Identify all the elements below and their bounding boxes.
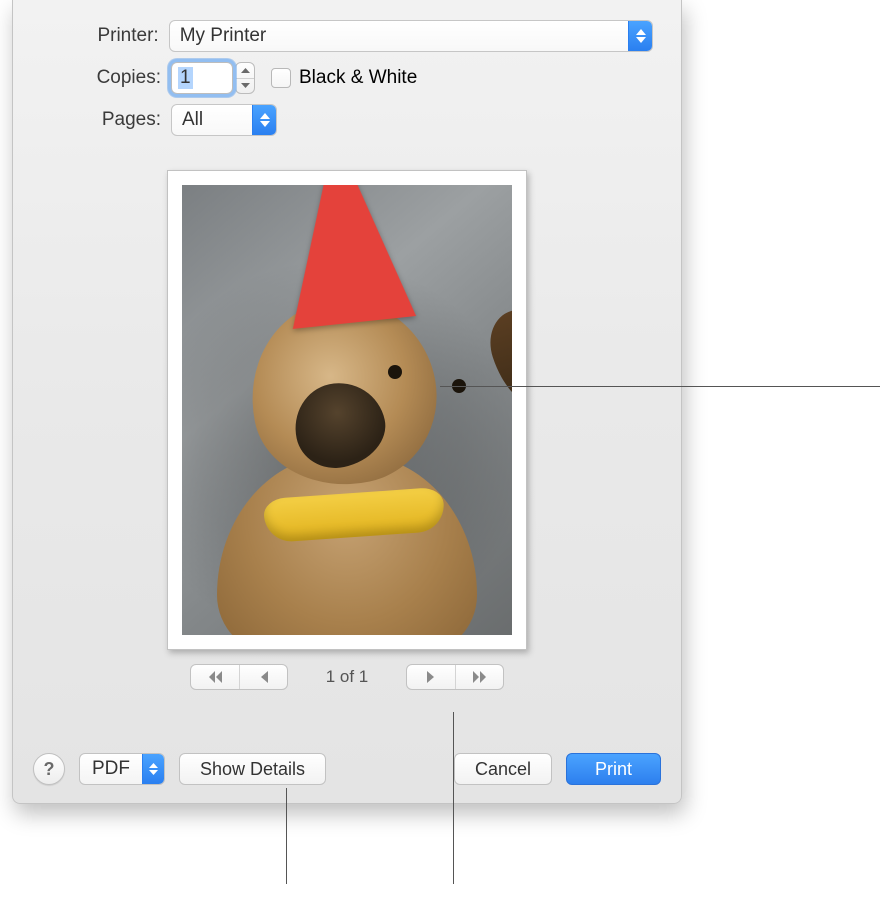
black-white-label: Black & White: [299, 67, 417, 89]
last-page-button[interactable]: [455, 665, 503, 689]
print-preview-area: 1 of 1: [13, 170, 681, 690]
preview-next-segment: [406, 664, 504, 690]
checkbox-icon[interactable]: [271, 68, 291, 88]
printer-selected-text: My Printer: [170, 25, 628, 47]
copies-label: Copies:: [13, 67, 161, 89]
copies-input[interactable]: 1: [171, 62, 233, 94]
first-page-button[interactable]: [191, 665, 239, 689]
preview-prev-segment: [190, 664, 288, 690]
pdf-popup[interactable]: PDF: [79, 753, 165, 785]
page-counter: 1 of 1: [312, 667, 382, 687]
print-options-form: Printer: My Printer Copies: 1: [13, 20, 681, 146]
callout-line: [286, 788, 287, 884]
updown-arrows-icon: [628, 21, 652, 51]
pages-selected-text: All: [172, 109, 252, 131]
print-label: Print: [595, 759, 632, 780]
dialog-bottom-bar: ? PDF Show Details Cancel Print: [13, 753, 681, 785]
help-icon: ?: [44, 759, 55, 780]
callout-line: [440, 386, 880, 387]
callout-line: [453, 712, 454, 884]
next-page-button[interactable]: [407, 665, 455, 689]
copies-stepper[interactable]: [235, 62, 255, 94]
pdf-popup-label: PDF: [80, 758, 142, 780]
updown-arrows-icon: [142, 754, 164, 784]
copies-value: 1: [178, 67, 193, 89]
print-dialog: Printer: My Printer Copies: 1: [12, 0, 682, 804]
preview-page: [167, 170, 527, 650]
black-white-option[interactable]: Black & White: [271, 67, 417, 89]
updown-arrows-icon: [252, 105, 276, 135]
pages-label: Pages:: [13, 109, 161, 131]
printer-popup[interactable]: My Printer: [169, 20, 653, 52]
cancel-label: Cancel: [475, 759, 531, 780]
stepper-down-icon[interactable]: [236, 78, 254, 94]
double-chevron-right-icon: [472, 671, 488, 683]
printer-label: Printer:: [13, 25, 159, 47]
help-button[interactable]: ?: [33, 753, 65, 785]
double-chevron-left-icon: [207, 671, 223, 683]
show-details-button[interactable]: Show Details: [179, 753, 326, 785]
chevron-left-icon: [259, 671, 269, 683]
preview-image: [182, 185, 512, 635]
stepper-up-icon[interactable]: [236, 63, 254, 78]
prev-page-button[interactable]: [239, 665, 287, 689]
preview-page-nav: 1 of 1: [13, 664, 681, 690]
chevron-right-icon: [426, 671, 436, 683]
cancel-button[interactable]: Cancel: [454, 753, 552, 785]
pages-popup[interactable]: All: [171, 104, 277, 136]
show-details-label: Show Details: [200, 759, 305, 780]
print-button[interactable]: Print: [566, 753, 661, 785]
